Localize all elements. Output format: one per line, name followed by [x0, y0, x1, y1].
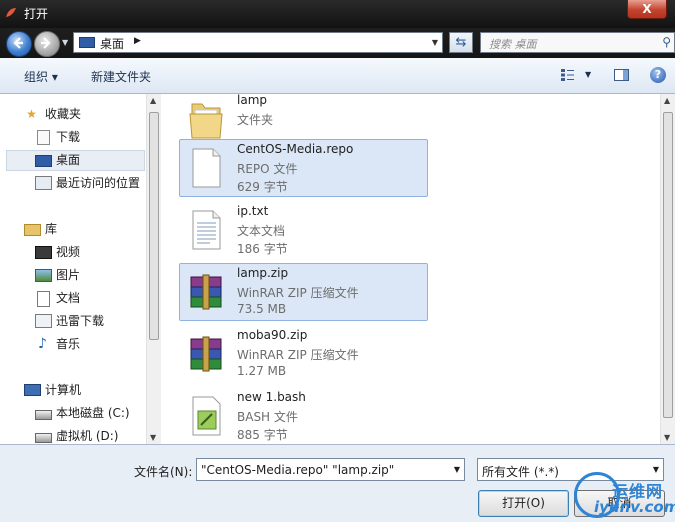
file-list: lamp 文件夹 CentOS-Media.repo REPO 文件 629 字… — [162, 93, 675, 445]
search-input[interactable]: 搜索 桌面 ⚲ — [480, 32, 675, 53]
scroll-up-icon[interactable]: ▲ — [664, 96, 670, 105]
drive-icon — [35, 433, 52, 443]
file-name: CentOS-Media.repo — [237, 142, 354, 156]
scroll-down-icon[interactable]: ▼ — [664, 433, 670, 442]
file-item-ip-txt[interactable]: ip.txt 文本文档 186 字节 — [179, 201, 428, 259]
file-size: 73.5 MB — [237, 302, 287, 316]
scroll-down-icon[interactable]: ▼ — [150, 433, 156, 442]
file-type: 文件夹 — [237, 113, 274, 127]
file-name: lamp — [237, 93, 267, 107]
arrow-right-icon — [41, 37, 51, 49]
new-folder-button[interactable]: 新建文件夹 — [91, 68, 151, 85]
file-type: BASH 文件 — [237, 410, 298, 424]
sidebar-item-label: 库 — [45, 222, 58, 236]
recent-places-icon — [35, 176, 52, 190]
file-type: 文本文档 — [237, 224, 286, 238]
file-type: WinRAR ZIP 压缩文件 — [237, 348, 359, 362]
refresh-button[interactable]: ⇆ — [449, 32, 473, 53]
breadcrumb-desktop[interactable]: 桌面 — [100, 35, 124, 52]
sidebar-item-label: 收藏夹 — [45, 107, 82, 121]
bash-file-icon — [192, 396, 221, 436]
scroll-up-icon[interactable]: ▲ — [150, 96, 156, 105]
file-name: ip.txt — [237, 204, 269, 218]
folder-icon — [189, 103, 223, 139]
file-type: WinRAR ZIP 压缩文件 — [237, 286, 359, 300]
download-folder-icon — [37, 130, 50, 145]
app-icon — [6, 8, 16, 17]
library-icon — [24, 224, 41, 236]
close-button[interactable]: X — [627, 0, 667, 19]
sidebar-item-label: 计算机 — [45, 383, 82, 397]
file-size: 186 字节 — [237, 242, 288, 256]
filter-value: 所有文件 (*.*) — [482, 465, 559, 479]
sidebar-item-label: 图片 — [56, 268, 81, 282]
address-field[interactable]: 桌面 ▶ ▼ — [73, 32, 443, 53]
file-list-scrollbar[interactable]: ▲ ▼ — [660, 94, 675, 444]
sidebar-item-label: 音乐 — [56, 337, 81, 351]
recent-pages-dropdown[interactable]: ▼ — [62, 38, 68, 47]
file-size: 629 字节 — [237, 180, 288, 194]
site-watermark: 运维网 iyunv.com — [572, 470, 675, 522]
file-item-centos-repo[interactable]: CentOS-Media.repo REPO 文件 629 字节 — [179, 139, 428, 197]
organize-button[interactable]: 组织 ▾ — [24, 68, 58, 85]
blank-file-icon — [192, 148, 221, 188]
sidebar-item-label: 虚拟机 (D:) — [56, 429, 119, 443]
sidebar-item-label: 迅雷下载 — [56, 314, 105, 328]
filename-dropdown-icon[interactable]: ▼ — [454, 465, 460, 474]
sidebar-item-label: 最近访问的位置 — [56, 176, 141, 190]
filename-input[interactable]: "CentOS-Media.repo" "lamp.zip" ▼ — [196, 458, 465, 481]
back-button[interactable] — [6, 31, 32, 57]
address-bar: ▼ 桌面 ▶ ▼ ⇆ 搜索 桌面 ⚲ — [0, 28, 675, 58]
desktop-icon — [35, 155, 52, 167]
sidebar-item-label: 视频 — [56, 245, 81, 259]
sidebar-item-label: 本地磁盘 (C:) — [56, 406, 130, 420]
preview-pane-icon[interactable] — [614, 69, 629, 81]
help-button[interactable]: ? — [650, 67, 666, 83]
arrow-left-icon — [13, 37, 23, 49]
file-item-moba90-zip[interactable]: moba90.zip WinRAR ZIP 压缩文件 1.27 MB — [179, 325, 428, 383]
winrar-archive-icon — [190, 274, 222, 310]
navigation-pane: ★ 收藏夹 下载 桌面 最近访问的位置 库 视频 图片 文档 迅雷下载 ♪ 音乐… — [0, 94, 162, 444]
music-icon: ♪ — [38, 336, 47, 352]
filename-label: 文件名(N): — [134, 465, 193, 479]
desktop-icon — [79, 37, 95, 48]
star-icon: ★ — [26, 107, 37, 121]
winrar-archive-icon — [190, 336, 222, 372]
document-icon — [37, 291, 50, 307]
file-item-lamp-zip[interactable]: lamp.zip WinRAR ZIP 压缩文件 73.5 MB — [179, 263, 428, 321]
sidebar-item-label: 桌面 — [56, 153, 81, 167]
title-bar: 打开 X — [0, 0, 675, 28]
file-size: 1.27 MB — [237, 364, 287, 378]
view-options-icon[interactable] — [561, 69, 574, 81]
search-icon[interactable]: ⚲ — [662, 35, 671, 49]
view-dropdown-icon[interactable]: ▼ — [585, 70, 591, 79]
filename-value: "CentOS-Media.repo" "lamp.zip" — [201, 463, 395, 477]
file-name: lamp.zip — [237, 266, 289, 280]
local-disk-icon — [35, 410, 52, 420]
sidebar-item-label: 文档 — [56, 291, 81, 305]
search-placeholder: 搜索 桌面 — [489, 38, 537, 51]
scrollbar-thumb[interactable] — [663, 112, 673, 418]
scrollbar-thumb[interactable] — [149, 112, 159, 340]
text-file-icon — [192, 210, 221, 250]
address-dropdown-icon[interactable]: ▼ — [432, 38, 438, 47]
file-type: REPO 文件 — [237, 162, 298, 176]
file-name: moba90.zip — [237, 328, 308, 342]
sidebar-item-label: 下载 — [56, 130, 81, 144]
file-size: 885 字节 — [237, 428, 288, 442]
command-toolbar: 组织 ▾ 新建文件夹 ▼ ? — [0, 58, 675, 94]
computer-icon — [24, 384, 41, 396]
forward-button[interactable] — [34, 31, 60, 57]
video-icon — [35, 246, 52, 259]
watermark-en: iyunv.com — [594, 498, 675, 516]
window-title: 打开 — [24, 7, 49, 21]
sidebar-scrollbar[interactable]: ▲ ▼ — [146, 94, 161, 444]
thunder-download-icon — [35, 314, 52, 328]
file-name: new 1.bash — [237, 390, 306, 404]
file-item-new1-bash[interactable]: new 1.bash BASH 文件 885 字节 — [179, 387, 428, 445]
picture-icon — [35, 269, 52, 282]
open-button[interactable]: 打开(O) — [478, 490, 569, 517]
breadcrumb-chevron-icon[interactable]: ▶ — [134, 36, 141, 46]
